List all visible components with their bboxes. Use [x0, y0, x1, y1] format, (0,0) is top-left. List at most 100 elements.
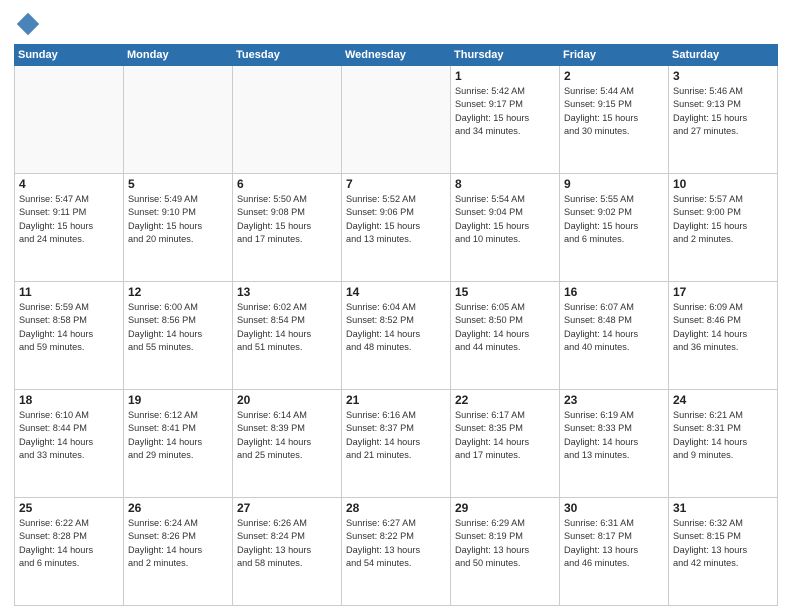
day-number: 16: [564, 285, 664, 299]
day-number: 28: [346, 501, 446, 515]
day-info: Sunrise: 6:19 AM Sunset: 8:33 PM Dayligh…: [564, 409, 664, 462]
logo: [14, 10, 44, 38]
calendar-table: SundayMondayTuesdayWednesdayThursdayFrid…: [14, 44, 778, 606]
weekday-header-wednesday: Wednesday: [342, 45, 451, 66]
weekday-header-tuesday: Tuesday: [233, 45, 342, 66]
calendar-cell: 23Sunrise: 6:19 AM Sunset: 8:33 PM Dayli…: [560, 390, 669, 498]
logo-icon: [14, 10, 42, 38]
day-info: Sunrise: 5:44 AM Sunset: 9:15 PM Dayligh…: [564, 85, 664, 138]
calendar-cell: [124, 66, 233, 174]
day-number: 1: [455, 69, 555, 83]
day-number: 11: [19, 285, 119, 299]
day-info: Sunrise: 5:57 AM Sunset: 9:00 PM Dayligh…: [673, 193, 773, 246]
calendar-cell: 16 Sunrise: 6:07 AM Sunset: 8:48 PM Dayli…: [560, 282, 669, 390]
day-number: 31: [673, 501, 773, 515]
day-info: Sunrise: 6:16 AM Sunset: 8:37 PM Dayligh…: [346, 409, 446, 462]
day-number: 2: [564, 69, 664, 83]
day-info: Sunrise: 6:02 AM Sunset: 8:54 PM Dayligh…: [237, 301, 337, 354]
day-info: Sunrise: 6:27 AM Sunset: 8:22 PM Dayligh…: [346, 517, 446, 570]
day-number: 22: [455, 393, 555, 407]
calendar-cell: 22Sunrise: 6:17 AM Sunset: 8:35 PM Dayli…: [451, 390, 560, 498]
day-info: Sunrise: 6:32 AM Sunset: 8:15 PM Dayligh…: [673, 517, 773, 570]
weekday-header-monday: Monday: [124, 45, 233, 66]
day-number: 30: [564, 501, 664, 515]
calendar-cell: 14Sunrise: 6:04 AM Sunset: 8:52 PM Dayli…: [342, 282, 451, 390]
day-info: Sunrise: 5:55 AM Sunset: 9:02 PM Dayligh…: [564, 193, 664, 246]
day-info: Sunrise: 6:29 AM Sunset: 8:19 PM Dayligh…: [455, 517, 555, 570]
day-number: 26: [128, 501, 228, 515]
day-info: Sunrise: 6:00 AM Sunset: 8:56 PM Dayligh…: [128, 301, 228, 354]
weekday-header-sunday: Sunday: [15, 45, 124, 66]
day-number: 15: [455, 285, 555, 299]
page-container: SundayMondayTuesdayWednesdayThursdayFrid…: [0, 0, 792, 612]
day-number: 17: [673, 285, 773, 299]
calendar-cell: 28 Sunrise: 6:27 AM Sunset: 8:22 PM Dayli…: [342, 498, 451, 606]
day-info: Sunrise: 6:07 AM Sunset: 8:48 PM Dayligh…: [564, 301, 664, 354]
day-number: 25: [19, 501, 119, 515]
day-info: Sunrise: 5:47 AM Sunset: 9:11 PM Dayligh…: [19, 193, 119, 246]
day-info: Sunrise: 6:24 AM Sunset: 8:26 PM Dayligh…: [128, 517, 228, 570]
day-number: 27: [237, 501, 337, 515]
calendar-cell: 26 Sunrise: 6:24 AM Sunset: 8:26 PM Dayli…: [124, 498, 233, 606]
day-number: 8: [455, 177, 555, 191]
day-number: 29: [455, 501, 555, 515]
day-number: 12: [128, 285, 228, 299]
day-info: Sunrise: 6:09 AM Sunset: 8:46 PM Dayligh…: [673, 301, 773, 354]
day-info: Sunrise: 5:52 AM Sunset: 9:06 PM Dayligh…: [346, 193, 446, 246]
weekday-header-saturday: Saturday: [669, 45, 778, 66]
calendar-cell: 15 Sunrise: 6:05 AM Sunset: 8:50 PM Dayli…: [451, 282, 560, 390]
calendar-week-row: 25Sunrise: 6:22 AM Sunset: 8:28 PM Dayli…: [15, 498, 778, 606]
day-number: 10: [673, 177, 773, 191]
day-info: Sunrise: 5:54 AM Sunset: 9:04 PM Dayligh…: [455, 193, 555, 246]
calendar-cell: 11 Sunrise: 5:59 AM Sunset: 8:58 PM Dayli…: [15, 282, 124, 390]
calendar-cell: 27 Sunrise: 6:26 AM Sunset: 8:24 PM Dayli…: [233, 498, 342, 606]
calendar-cell: 19 Sunrise: 6:12 AM Sunset: 8:41 PM Dayli…: [124, 390, 233, 498]
day-info: Sunrise: 5:46 AM Sunset: 9:13 PM Dayligh…: [673, 85, 773, 138]
day-info: Sunrise: 6:26 AM Sunset: 8:24 PM Dayligh…: [237, 517, 337, 570]
calendar-cell: 31 Sunrise: 6:32 AM Sunset: 8:15 PM Dayli…: [669, 498, 778, 606]
day-number: 21: [346, 393, 446, 407]
calendar-cell: 12 Sunrise: 6:00 AM Sunset: 8:56 PM Dayli…: [124, 282, 233, 390]
day-number: 3: [673, 69, 773, 83]
day-number: 14: [346, 285, 446, 299]
day-info: Sunrise: 6:10 AM Sunset: 8:44 PM Dayligh…: [19, 409, 119, 462]
day-info: Sunrise: 5:42 AM Sunset: 9:17 PM Dayligh…: [455, 85, 555, 138]
day-number: 6: [237, 177, 337, 191]
calendar-cell: 9 Sunrise: 5:55 AM Sunset: 9:02 PM Daylig…: [560, 174, 669, 282]
day-number: 20: [237, 393, 337, 407]
day-number: 4: [19, 177, 119, 191]
day-number: 5: [128, 177, 228, 191]
calendar-cell: 6 Sunrise: 5:50 AM Sunset: 9:08 PM Daylig…: [233, 174, 342, 282]
day-info: Sunrise: 6:14 AM Sunset: 8:39 PM Dayligh…: [237, 409, 337, 462]
day-info: Sunrise: 6:05 AM Sunset: 8:50 PM Dayligh…: [455, 301, 555, 354]
calendar-cell: 10 Sunrise: 5:57 AM Sunset: 9:00 PM Dayli…: [669, 174, 778, 282]
calendar-cell: 29 Sunrise: 6:29 AM Sunset: 8:19 PM Dayli…: [451, 498, 560, 606]
calendar-week-row: 11 Sunrise: 5:59 AM Sunset: 8:58 PM Dayli…: [15, 282, 778, 390]
day-info: Sunrise: 6:12 AM Sunset: 8:41 PM Dayligh…: [128, 409, 228, 462]
day-info: Sunrise: 5:49 AM Sunset: 9:10 PM Dayligh…: [128, 193, 228, 246]
day-info: Sunrise: 5:59 AM Sunset: 8:58 PM Dayligh…: [19, 301, 119, 354]
calendar-cell: 2 Sunrise: 5:44 AM Sunset: 9:15 PM Daylig…: [560, 66, 669, 174]
calendar-week-row: 1 Sunrise: 5:42 AM Sunset: 9:17 PM Daylig…: [15, 66, 778, 174]
calendar-cell: 21 Sunrise: 6:16 AM Sunset: 8:37 PM Dayli…: [342, 390, 451, 498]
day-number: 7: [346, 177, 446, 191]
calendar-cell: 3 Sunrise: 5:46 AM Sunset: 9:13 PM Daylig…: [669, 66, 778, 174]
calendar-cell: 4 Sunrise: 5:47 AM Sunset: 9:11 PM Daylig…: [15, 174, 124, 282]
day-number: 13: [237, 285, 337, 299]
day-number: 9: [564, 177, 664, 191]
weekday-header-friday: Friday: [560, 45, 669, 66]
day-number: 18: [19, 393, 119, 407]
calendar-cell: 5 Sunrise: 5:49 AM Sunset: 9:10 PM Daylig…: [124, 174, 233, 282]
day-info: Sunrise: 6:21 AM Sunset: 8:31 PM Dayligh…: [673, 409, 773, 462]
calendar-cell: [342, 66, 451, 174]
calendar-week-row: 4 Sunrise: 5:47 AM Sunset: 9:11 PM Daylig…: [15, 174, 778, 282]
calendar-cell: 13 Sunrise: 6:02 AM Sunset: 8:54 PM Dayli…: [233, 282, 342, 390]
day-number: 19: [128, 393, 228, 407]
calendar-week-row: 18 Sunrise: 6:10 AM Sunset: 8:44 PM Dayli…: [15, 390, 778, 498]
calendar-cell: 1 Sunrise: 5:42 AM Sunset: 9:17 PM Daylig…: [451, 66, 560, 174]
day-info: Sunrise: 5:50 AM Sunset: 9:08 PM Dayligh…: [237, 193, 337, 246]
calendar-cell: 17 Sunrise: 6:09 AM Sunset: 8:46 PM Dayli…: [669, 282, 778, 390]
weekday-header-thursday: Thursday: [451, 45, 560, 66]
calendar-cell: [233, 66, 342, 174]
calendar-cell: 8 Sunrise: 5:54 AM Sunset: 9:04 PM Daylig…: [451, 174, 560, 282]
